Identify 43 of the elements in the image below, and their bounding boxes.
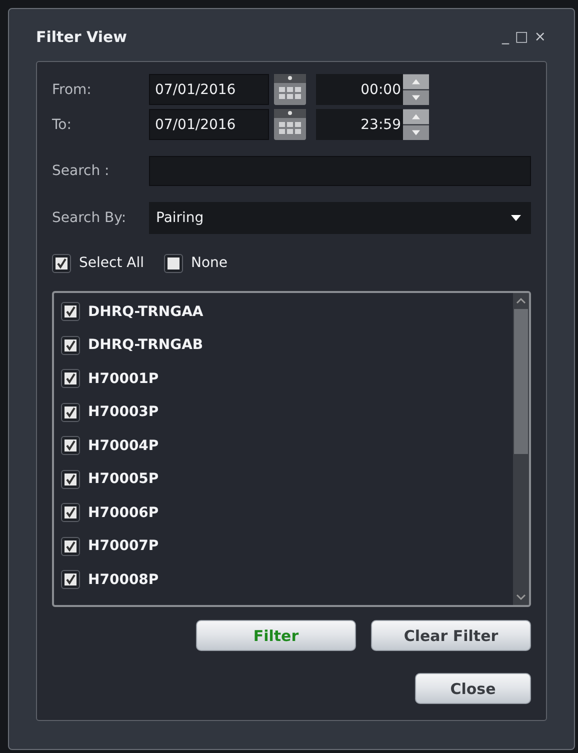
item-checkbox[interactable] xyxy=(61,470,80,489)
scroll-thumb[interactable] xyxy=(514,309,528,454)
caret-icon xyxy=(511,215,521,221)
none-checkbox[interactable] xyxy=(164,254,183,272)
item-checkbox[interactable] xyxy=(61,536,80,556)
select-all-checkbox[interactable] xyxy=(52,254,71,272)
time-field[interactable]: 23:59 xyxy=(316,109,403,140)
close-button[interactable]: × xyxy=(533,30,547,44)
item-label: H70008P xyxy=(88,572,159,588)
window-title: Filter View xyxy=(36,28,128,46)
field-label: From: xyxy=(52,82,92,98)
item-checkbox[interactable] xyxy=(61,570,80,590)
item-label: H70006P xyxy=(88,504,159,521)
clear-filter-button[interactable]: Clear Filter xyxy=(371,620,531,651)
close-button[interactable]: Close xyxy=(415,673,531,704)
item-checkbox[interactable] xyxy=(61,302,80,322)
item-checkbox[interactable] xyxy=(61,436,80,456)
item-label: H70005P xyxy=(88,471,159,488)
item-checkbox[interactable] xyxy=(61,402,80,422)
field-label: Search By: xyxy=(52,210,128,226)
item-label: H70003P xyxy=(88,404,159,420)
item-label: H70004P xyxy=(88,438,159,454)
date-field[interactable]: 07/01/2016 xyxy=(149,74,269,105)
checkbox-label: Select All xyxy=(79,255,144,271)
time-field[interactable]: 00:00 xyxy=(316,74,403,105)
date-field[interactable]: 07/01/2016 xyxy=(149,109,269,140)
item-label: H70007P xyxy=(88,538,159,554)
search-by-dropdown[interactable]: Pairing xyxy=(149,202,531,234)
item-checkbox[interactable] xyxy=(61,336,80,355)
item-checkbox[interactable] xyxy=(61,503,80,522)
item-label: H70001P xyxy=(88,370,159,387)
item-checkbox[interactable] xyxy=(61,369,80,388)
item-label: DHRQ-TRNGAA xyxy=(88,304,204,320)
field-label: To: xyxy=(52,116,72,132)
scrollbar[interactable] xyxy=(513,293,529,605)
checkbox-label: None xyxy=(191,255,228,271)
item-label: DHRQ-TRNGAB xyxy=(88,337,204,354)
maximize-button[interactable]: □ xyxy=(514,30,530,44)
calendar-icon[interactable] xyxy=(274,74,306,105)
search-field[interactable] xyxy=(149,156,531,186)
field-label: Search : xyxy=(52,162,110,178)
calendar-icon[interactable] xyxy=(274,109,306,140)
minimize-button[interactable]: _ xyxy=(501,30,510,44)
